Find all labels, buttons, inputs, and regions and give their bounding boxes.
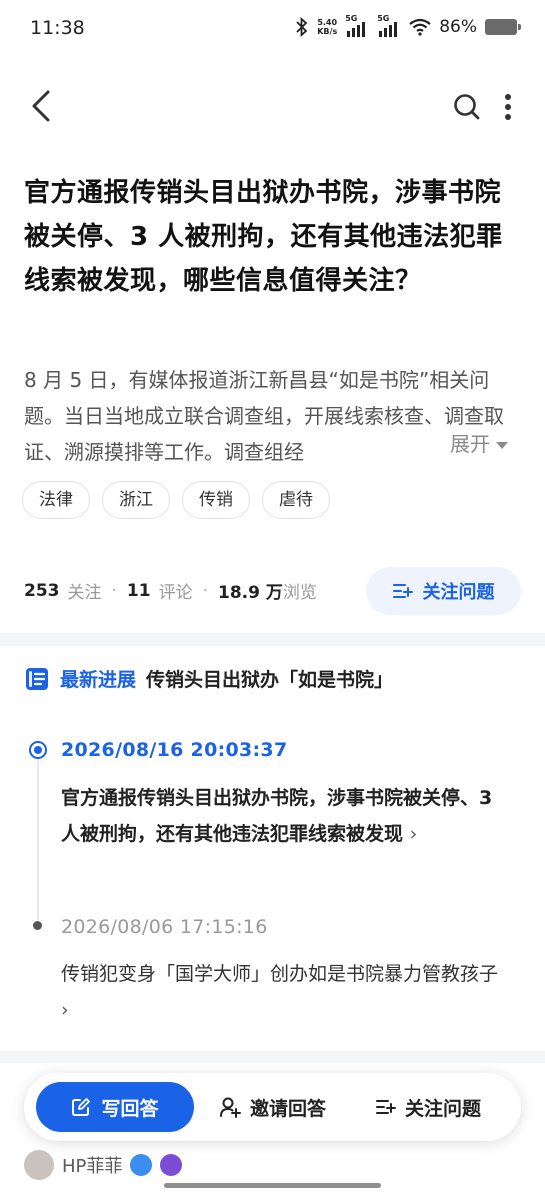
signal-sim1-icon: 5G [345, 14, 369, 38]
answer-author-peek: HP菲菲 [24, 1150, 183, 1180]
status-bar: 11:38 5.40 KB/s 5G 5G 86% [0, 0, 545, 62]
timeline-time: 2026/08/06 17:15:16 [61, 916, 268, 938]
document-list-icon [26, 667, 48, 690]
expand-button[interactable]: 展开 [448, 428, 508, 457]
views-label: 浏览 [282, 583, 317, 603]
expand-label: 展开 [450, 432, 490, 456]
tag-chip[interactable]: 虐待 [262, 481, 330, 519]
invite-user-icon [220, 1097, 241, 1118]
timeline-line [37, 760, 39, 920]
edit-icon [72, 1098, 91, 1116]
timeline-dot [33, 921, 42, 930]
net-speed: 5.40 KB/s [317, 18, 338, 36]
invite-answer-label: 邀请回答 [250, 1097, 327, 1120]
chevron-right-icon: › [61, 999, 69, 1021]
write-answer-button[interactable]: 写回答 [36, 1082, 194, 1132]
latest-progress-header[interactable]: 最新进展 传销头目出狱办「如是书院」 [24, 665, 393, 692]
timeline-entry-text: 传销犯变身「国学大师」创办如是书院暴力管教孩子 [61, 963, 499, 985]
write-answer-label: 写回答 [101, 1097, 159, 1120]
views-count: 18.9 万 [217, 583, 283, 603]
tag-chip[interactable]: 传销 [182, 481, 250, 519]
timeline-time: 2026/08/16 20:03:37 [61, 739, 288, 761]
question-stats: 253 关注 · 11 评论 · 18.9 万 浏览 [24, 578, 317, 604]
timeline-dot-active [29, 741, 47, 759]
timeline-entry-link[interactable]: 传销犯变身「国学大师」创办如是书院暴力管教孩子 › [61, 956, 511, 1028]
tag-chip[interactable]: 法律 [22, 481, 90, 519]
stats-separator: · [111, 580, 117, 601]
chevron-right-icon: › [409, 823, 418, 845]
status-time: 11:38 [30, 17, 85, 39]
home-indicator[interactable] [164, 1183, 381, 1188]
creator-badge-icon [160, 1154, 183, 1176]
battery-icon [485, 19, 521, 35]
question-title: 官方通报传销头目出狱办书院，涉事书院被关停、3 人被刑拘，还有其他违法犯罪线索被… [24, 178, 503, 296]
section-divider [0, 633, 545, 646]
follow-question-bar-button[interactable]: 关注问题 [376, 1082, 481, 1132]
latest-progress-label: 最新进展 [60, 669, 137, 691]
follow-plus-icon [392, 584, 413, 598]
follow-question-label: 关注问题 [422, 582, 495, 603]
battery-percent: 86% [439, 17, 477, 37]
nav-bar [0, 80, 545, 134]
bluetooth-icon [296, 17, 308, 37]
topic-tags: 法律 浙江 传销 虐待 [22, 481, 330, 519]
follow-question-button[interactable]: 关注问题 [366, 567, 521, 615]
author-name[interactable]: HP菲菲 [62, 1152, 122, 1178]
avatar[interactable] [24, 1150, 54, 1180]
timeline-entry-text: 官方通报传销头目出狱办书院，涉事书院被关停、3 人被刑拘，还有其他违法犯罪线索被… [61, 787, 493, 845]
follow-plus-icon [376, 1100, 396, 1114]
search-icon[interactable] [452, 92, 482, 122]
comments-count[interactable]: 11 [127, 581, 151, 601]
stats-separator: · [202, 580, 208, 601]
followers-count: 253 [24, 580, 60, 601]
summary-fade [360, 426, 460, 460]
caret-down-icon [496, 442, 508, 449]
status-icons: 5.40 KB/s 5G 5G 86% [295, 14, 521, 38]
back-arrow-icon[interactable] [26, 86, 60, 126]
more-vertical-icon[interactable] [498, 92, 518, 122]
followers-label: 关注 [67, 583, 102, 603]
timeline-entry-link[interactable]: 官方通报传销头目出狱办书院，涉事书院被关停、3 人被刑拘，还有其他违法犯罪线索被… [61, 780, 511, 852]
tag-chip[interactable]: 浙江 [102, 481, 170, 519]
verified-badge-icon [130, 1154, 153, 1176]
comments-label[interactable]: 评论 [159, 578, 193, 603]
follow-question-bar-label: 关注问题 [405, 1097, 482, 1120]
bottom-action-bar: 写回答 邀请回答 关注问题 [24, 1073, 521, 1141]
section-divider [0, 1051, 545, 1063]
signal-sim2-icon: 5G [377, 14, 401, 38]
wifi-icon [409, 18, 431, 36]
latest-progress-topic: 传销头目出狱办「如是书院」 [146, 669, 394, 691]
invite-answer-button[interactable]: 邀请回答 [219, 1082, 326, 1132]
